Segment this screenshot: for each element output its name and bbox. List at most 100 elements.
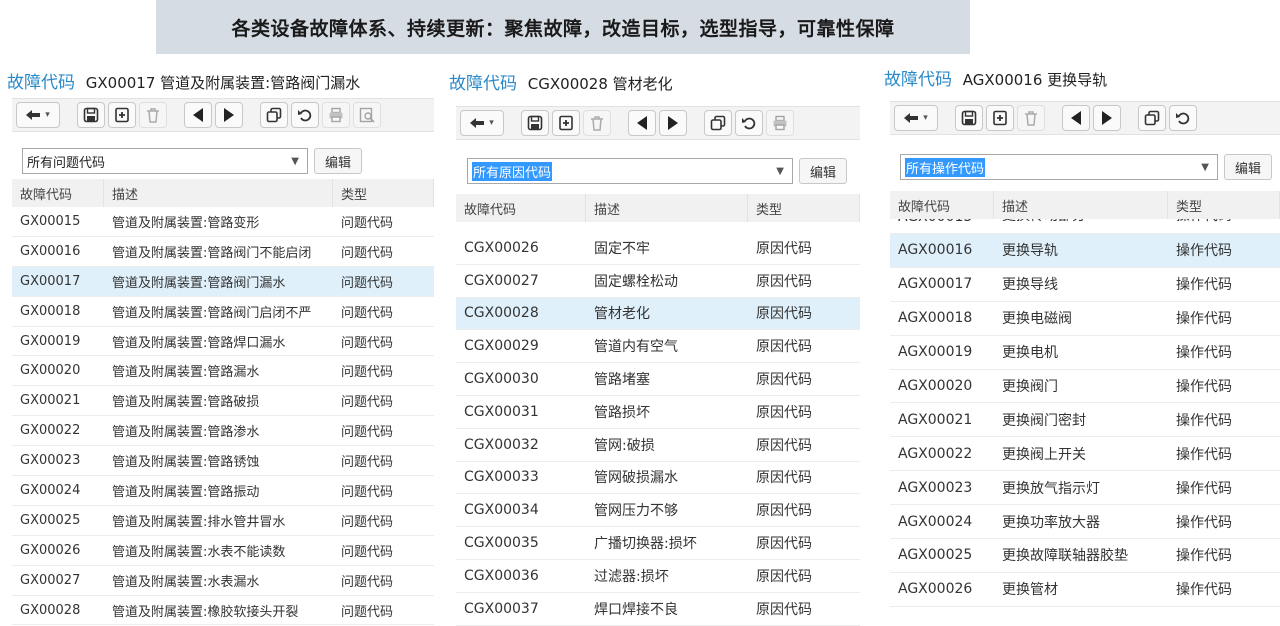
table-row[interactable]: GX00022 管道及附属装置:管路渗水 问题代码 (12, 416, 434, 447)
delete-button[interactable] (583, 110, 611, 136)
previous-button[interactable] (184, 102, 212, 128)
column-header-code[interactable]: 故障代码 (890, 191, 994, 219)
column-header-description[interactable]: 描述 (104, 179, 333, 207)
next-button[interactable] (1093, 105, 1121, 131)
next-button[interactable] (659, 110, 687, 136)
undo-button[interactable] (735, 110, 763, 136)
save-button[interactable] (521, 110, 549, 136)
table-row[interactable]: CGX00027 固定螺栓松动 原因代码 (456, 265, 860, 298)
type-cell: 原因代码 (756, 568, 812, 585)
description-cell: 更换传动部分 (994, 219, 1168, 225)
panel-action-codes: 故障代码 AGX00016 更换导轨 ▾ 所有操作代码 ▼ 编辑 故障代码 描述… (876, 58, 1280, 626)
table-row[interactable]: AGX00019 更换电机 操作代码 (890, 336, 1280, 370)
table-row[interactable]: GX00018 管道及附属装置:管路阀门启闭不严 问题代码 (12, 297, 434, 327)
column-header-type[interactable]: 类型 (333, 179, 434, 207)
table-row[interactable]: AGX00023 更换放气指示灯 操作代码 (890, 471, 1280, 506)
column-header-code[interactable]: 故障代码 (456, 194, 586, 222)
add-button[interactable] (108, 102, 136, 128)
column-header-description[interactable]: 描述 (994, 191, 1168, 219)
preview-button[interactable] (353, 102, 381, 128)
table-row[interactable]: CGX00037 焊口焊接不良 原因代码 (456, 593, 860, 626)
type-cell: 原因代码 (756, 470, 812, 487)
print-button[interactable] (766, 110, 794, 136)
table-row[interactable]: CGX00035 广播切换器:损坏 原因代码 (456, 527, 860, 560)
table-body: CGX00026 固定不牢 原因代码 CGX00027 固定螺栓松动 原因代码 CGX000… (456, 222, 860, 626)
table-row[interactable]: AGX00025 更换故障联轴器胶垫 操作代码 (890, 539, 1280, 573)
table-row[interactable]: AGX00016 更换导轨 操作代码 (890, 234, 1280, 268)
table-row[interactable]: AGX00020 更换阀门 操作代码 (890, 370, 1280, 404)
table-row[interactable]: GX00020 管道及附属装置:管路漏水 问题代码 (12, 356, 434, 387)
edit-button[interactable]: 编辑 (314, 148, 363, 174)
table-row[interactable]: GX00015 管道及附属装置:管路变形 问题代码 (12, 207, 434, 237)
table-row[interactable]: AGX00017 更换导线 操作代码 (890, 268, 1280, 302)
back-button[interactable]: ▾ (460, 110, 504, 136)
save-icon (83, 107, 99, 123)
table-row[interactable]: AGX00015更换传动部分操作代码 (890, 219, 1280, 234)
triangle-left-icon (1071, 111, 1081, 125)
table-row[interactable]: GX00021 管道及附属装置:管路破损 问题代码 (12, 386, 434, 417)
code-cell: AGX00017 (898, 276, 973, 293)
duplicate-button[interactable] (1138, 105, 1166, 131)
table-row[interactable]: AGX00018 更换电磁阀 操作代码 (890, 302, 1280, 336)
previous-button[interactable] (1062, 105, 1090, 131)
add-button[interactable] (986, 105, 1014, 131)
table-row[interactable]: AGX00022 更换阀上开关 操作代码 (890, 437, 1280, 472)
table-row[interactable]: GX00027 管道及附属装置:水表漏水 问题代码 (12, 566, 434, 596)
column-header-type[interactable]: 类型 (1168, 191, 1280, 219)
table-row[interactable]: AGX00021 更换阀门密封 操作代码 (890, 403, 1280, 438)
save-button[interactable] (955, 105, 983, 131)
code-type-select[interactable]: 所有问题代码 ▼ (22, 148, 308, 174)
delete-button[interactable] (139, 102, 167, 128)
previous-button[interactable] (628, 110, 656, 136)
table-row[interactable]: CGX00030 管路堵塞 原因代码 (456, 363, 860, 396)
code-type-select[interactable]: 所有操作代码 ▼ (900, 154, 1218, 180)
table-row[interactable]: GX00025 管道及附属装置:排水管井冒水 问题代码 (12, 506, 434, 536)
table-row[interactable]: GX00026 管道及附属装置:水表不能读数 问题代码 (12, 536, 434, 566)
table-header: 故障代码 描述 类型 (12, 179, 434, 207)
table-row[interactable]: CGX00033 管网破损漏水 原因代码 (456, 462, 860, 495)
table-row[interactable]: CGX00034 管网压力不够 原因代码 (456, 494, 860, 528)
table-row[interactable]: GX00017 管道及附属装置:管路阀门漏水 问题代码 (12, 266, 434, 297)
table-row[interactable]: GX00023 管道及附属装置:管路锈蚀 问题代码 (12, 446, 434, 477)
edit-button[interactable]: 编辑 (799, 158, 848, 184)
description-cell: 管道及附属装置:管路阀门漏水 (112, 275, 286, 291)
table-row[interactable]: CGX00036 过滤器:损坏 原因代码 (456, 560, 860, 593)
code-cell: AGX00022 (898, 445, 973, 462)
back-button[interactable]: ▾ (16, 102, 60, 128)
delete-button[interactable] (1017, 105, 1045, 131)
table-row[interactable]: CGX00029 管道内有空气 原因代码 (456, 330, 860, 364)
description-cell: 更换电机 (1002, 345, 1058, 362)
description-cell: 管道及附属装置:管路破损 (112, 395, 260, 411)
type-cell: 问题代码 (341, 604, 394, 620)
column-header-type[interactable]: 类型 (748, 194, 860, 222)
next-button[interactable] (215, 102, 243, 128)
code-type-select[interactable]: 所有原因代码 ▼ (467, 158, 793, 184)
back-button[interactable]: ▾ (894, 105, 938, 131)
back-arrow-icon (904, 113, 919, 123)
description-cell: 更换阀上开关 (1002, 446, 1086, 463)
print-button[interactable] (322, 102, 350, 128)
type-cell: 操作代码 (1176, 311, 1232, 328)
description-cell: 焊口焊接不良 (594, 601, 678, 618)
table-row[interactable]: AGX00024 更换功率放大器 操作代码 (890, 505, 1280, 540)
column-header-code[interactable]: 故障代码 (12, 179, 104, 207)
table-row[interactable]: CGX00026 固定不牢 原因代码 (456, 232, 860, 265)
code-cell: GX00027 (20, 572, 81, 588)
table-row[interactable]: CGX00028 管材老化 原因代码 (456, 297, 860, 331)
undo-button[interactable] (291, 102, 319, 128)
add-button[interactable] (552, 110, 580, 136)
duplicate-button[interactable] (704, 110, 732, 136)
table-row[interactable]: AGX00026 更换管材 操作代码 (890, 573, 1280, 607)
edit-button[interactable]: 编辑 (1224, 154, 1273, 180)
table-row[interactable]: GX00019 管道及附属装置:管路焊口漏水 问题代码 (12, 327, 434, 357)
undo-button[interactable] (1169, 105, 1197, 131)
save-button[interactable] (77, 102, 105, 128)
duplicate-button[interactable] (260, 102, 288, 128)
table-row[interactable]: CGX00032 管网:破损 原因代码 (456, 429, 860, 462)
table-row[interactable]: CGX00031 管路损坏 原因代码 (456, 396, 860, 429)
table-row[interactable]: GX00024 管道及附属装置:管路振动 问题代码 (12, 476, 434, 506)
table-row[interactable]: GX00016 管道及附属装置:管路阀门不能启闭 问题代码 (12, 237, 434, 267)
panel-problem-codes: 故障代码 GX00017 管道及附属装置:管路阀门漏水 ▾ 所有问题代码 ▼ 编… (0, 62, 434, 626)
table-row[interactable]: GX00028 管道及附属装置:橡胶软接头开裂 问题代码 (12, 596, 434, 626)
column-header-description[interactable]: 描述 (586, 194, 748, 222)
